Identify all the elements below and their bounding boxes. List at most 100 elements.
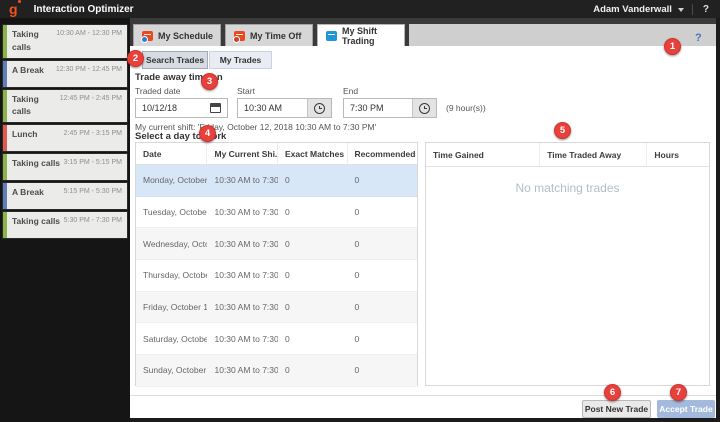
cell-recommended: 0 <box>347 239 417 249</box>
schedule-sidebar: Taking calls10:30 AM - 12:30 PMA Break12… <box>0 18 130 422</box>
tab-my-schedule[interactable]: My Schedule <box>133 24 221 46</box>
activity-name: A Break <box>12 64 44 83</box>
footer-divider <box>130 395 716 396</box>
day-table-row[interactable]: Wednesday, October 10, 201810:30 AM to 7… <box>136 228 417 260</box>
cell-shift: 10:30 AM to 7:30 PM <box>207 365 278 375</box>
cell-exact-matches: 0 <box>278 270 348 280</box>
cell-recommended: 0 <box>347 334 417 344</box>
post-new-trade-button[interactable]: Post New Trade <box>582 400 651 418</box>
cell-exact-matches: 0 <box>278 334 348 344</box>
activity-time: 5:30 PM - 7:30 PM <box>64 215 122 234</box>
column-header-time-gained[interactable]: Time Gained <box>426 143 540 166</box>
genesys-logo-icon: g <box>9 4 18 14</box>
schedule-activity-card[interactable]: Taking calls10:30 AM - 12:30 PM <box>3 25 127 58</box>
cell-exact-matches: 0 <box>278 302 348 312</box>
cell-recommended: 0 <box>347 302 417 312</box>
schedule-activity-card[interactable]: Taking calls3:15 PM - 5:15 PM <box>3 154 127 180</box>
day-table-row[interactable]: Saturday, October 13, 201810:30 AM to 7:… <box>136 323 417 355</box>
top-bar: g Interaction Optimizer Adam Vanderwall … <box>0 0 720 18</box>
day-table-row[interactable]: Sunday, October 14, 201810:30 AM to 7:30… <box>136 355 417 387</box>
activity-name: Taking calls <box>12 93 57 119</box>
day-table-row[interactable]: Monday, October 8, 201810:30 AM to 7:30 … <box>136 165 417 197</box>
callout-badge-6: 6 <box>604 384 621 401</box>
column-header-date[interactable]: Date <box>136 143 207 164</box>
tab-label: My Time Off <box>250 31 301 41</box>
schedule-activity-card[interactable]: A Break5:15 PM - 5:30 PM <box>3 183 127 209</box>
end-time-field[interactable]: 7:30 PM <box>343 98 437 118</box>
calendar-icon[interactable] <box>210 103 221 113</box>
help-icon[interactable]: ? <box>703 4 709 15</box>
cell-shift: 10:30 AM to 7:30 PM <box>207 175 278 185</box>
schedule-activity-card[interactable]: Lunch2:45 PM - 3:15 PM <box>3 125 127 151</box>
traded-date-label: Traded date <box>135 86 181 96</box>
cell-recommended: 0 <box>347 207 417 217</box>
column-header-recommended[interactable]: Recommended ... <box>348 143 418 164</box>
day-table-row[interactable]: Thursday, October 11, 201810:30 AM to 7:… <box>136 260 417 292</box>
calendar-clock-icon <box>142 31 153 41</box>
clock-icon <box>419 103 430 114</box>
schedule-activity-card[interactable]: Taking calls5:30 PM - 7:30 PM <box>3 212 127 238</box>
tab-my-time-off[interactable]: My Time Off <box>225 24 313 46</box>
traded-date-field[interactable]: 10/12/18 <box>135 98 228 118</box>
callout-badge-2: 2 <box>127 50 144 67</box>
column-header-exact-matches[interactable]: Exact Matches <box>278 143 348 164</box>
activity-time: 5:15 PM - 5:30 PM <box>64 186 122 205</box>
trades-table-header: Time Gained Time Traded Away Hours <box>426 143 709 167</box>
callout-badge-1: 1 <box>664 38 681 55</box>
activity-name: Taking calls <box>12 157 60 176</box>
callout-badge-5: 5 <box>554 122 571 139</box>
cell-date: Friday, October 12, 2018 <box>136 302 207 312</box>
tab-my-shift-trading[interactable]: My Shift Trading <box>317 24 405 46</box>
user-menu[interactable]: Adam Vanderwall <box>593 4 672 15</box>
cell-shift: 10:30 AM to 7:30 PM <box>207 239 278 249</box>
cell-shift: 10:30 AM to 7:30 PM <box>207 270 278 280</box>
tab-label: My Shift Trading <box>342 26 404 46</box>
duration-note: (9 hour(s)) <box>446 103 486 113</box>
end-time-picker-button[interactable] <box>412 99 436 117</box>
activity-name: Taking calls <box>12 28 53 54</box>
cell-shift: 10:30 AM to 7:30 PM <box>207 334 278 344</box>
day-table-row[interactable]: Friday, October 12, 201810:30 AM to 7:30… <box>136 292 417 324</box>
day-to-work-table: Date My Current Shi... Exact Matches Rec… <box>135 142 418 386</box>
activity-name: Taking calls <box>12 215 60 234</box>
column-header-time-traded-away[interactable]: Time Traded Away <box>540 143 647 166</box>
cell-date: Wednesday, October 10, 2018 <box>136 239 207 249</box>
main-area: My Schedule My Time Off My Shift Trading S… <box>130 18 716 418</box>
cell-recommended: 0 <box>347 365 417 375</box>
cell-shift: 10:30 AM to 7:30 PM <box>207 302 278 312</box>
start-time-value[interactable]: 10:30 AM <box>238 103 307 113</box>
tab-label: My Schedule <box>158 31 213 41</box>
activity-name: Lunch <box>12 128 38 147</box>
cell-date: Saturday, October 13, 2018 <box>136 334 207 344</box>
cell-date: Monday, October 8, 2018 <box>136 175 207 185</box>
tab-search-trades[interactable]: Search Trades <box>142 51 208 69</box>
activity-time: 12:45 PM - 2:45 PM <box>60 93 122 119</box>
help-icon-content[interactable]: ? <box>695 32 702 44</box>
callout-badge-3: 3 <box>201 73 218 90</box>
start-time-picker-button[interactable] <box>307 99 331 117</box>
column-header-hours[interactable]: Hours <box>647 143 709 166</box>
cell-date: Tuesday, October 9, 2018 <box>136 207 207 217</box>
cell-exact-matches: 0 <box>278 207 348 217</box>
cell-exact-matches: 0 <box>278 175 348 185</box>
cell-exact-matches: 0 <box>278 239 348 249</box>
clock-icon <box>314 103 325 114</box>
end-label: End <box>343 86 358 96</box>
start-time-field[interactable]: 10:30 AM <box>237 98 332 118</box>
chevron-down-icon[interactable] <box>678 8 684 12</box>
calendar-off-icon <box>234 31 245 41</box>
day-table-row[interactable]: Tuesday, October 9, 201810:30 AM to 7:30… <box>136 197 417 229</box>
column-header-current-shift[interactable]: My Current Shi... <box>207 143 278 164</box>
end-time-value[interactable]: 7:30 PM <box>344 103 412 113</box>
schedule-activity-card[interactable]: Taking calls12:45 PM - 2:45 PM <box>3 90 127 123</box>
schedule-activity-card[interactable]: A Break 12:30 PM - 12:45 PM <box>3 61 127 87</box>
accept-trade-button[interactable]: Accept Trade <box>657 400 715 418</box>
cell-recommended: 0 <box>347 270 417 280</box>
activity-time: 3:15 PM - 5:15 PM <box>64 157 122 176</box>
activity-time: 12:30 PM - 12:45 PM <box>56 64 122 83</box>
tab-my-trades[interactable]: My Trades <box>209 51 272 69</box>
callout-badge-7: 7 <box>670 384 687 401</box>
callout-badge-4: 4 <box>199 125 216 142</box>
traded-date-value[interactable]: 10/12/18 <box>136 103 210 113</box>
activity-time: 10:30 AM - 12:30 PM <box>56 28 122 54</box>
